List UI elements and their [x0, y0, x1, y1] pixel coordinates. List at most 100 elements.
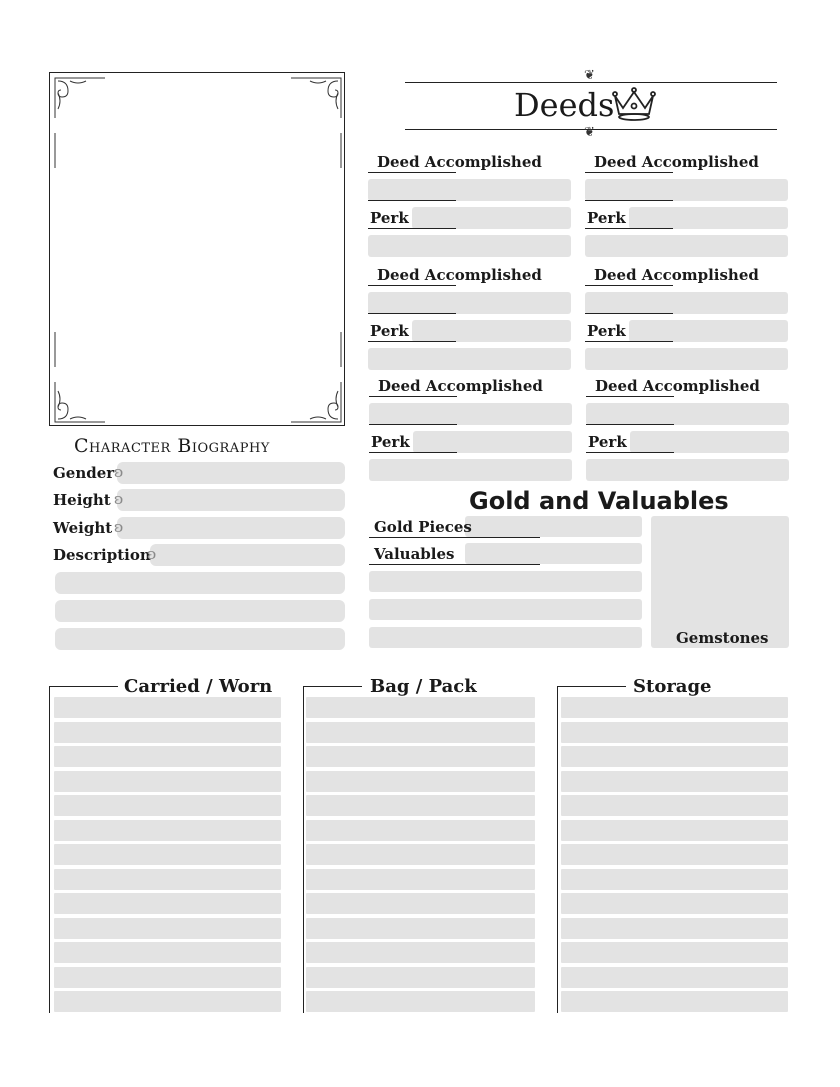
- perk-field-extra[interactable]: [368, 348, 571, 370]
- perk-underline: [586, 452, 674, 453]
- inventory-row[interactable]: [561, 917, 788, 939]
- perk-field[interactable]: [413, 431, 572, 453]
- description-field[interactable]: [150, 544, 345, 566]
- perk-field[interactable]: [630, 431, 789, 453]
- valuables-underline: [369, 564, 540, 565]
- inventory-row[interactable]: [306, 795, 535, 816]
- inventory-row[interactable]: [306, 991, 535, 1012]
- character-portrait-frame[interactable]: [49, 72, 345, 426]
- inventory-row[interactable]: [306, 844, 535, 865]
- description-line[interactable]: [55, 572, 345, 594]
- perk-underline: [369, 452, 457, 453]
- description-line[interactable]: [55, 628, 345, 650]
- perk-field-extra[interactable]: [586, 459, 789, 481]
- deed-underline: [585, 285, 673, 286]
- inventory-row[interactable]: [561, 844, 788, 865]
- gold-and-valuables-title: Gold and Valuables: [469, 487, 729, 515]
- deed-underline: [368, 313, 456, 314]
- height-field[interactable]: [117, 489, 345, 511]
- inventory-row[interactable]: [306, 917, 535, 939]
- deed-underline: [369, 424, 457, 425]
- perk-underline: [585, 341, 673, 342]
- ornate-corners-icon: [54, 77, 342, 423]
- inventory-row[interactable]: [306, 868, 535, 890]
- description-line[interactable]: [55, 600, 345, 622]
- perk-label: Perk: [370, 209, 409, 227]
- inventory-row[interactable]: [54, 746, 281, 767]
- perk-underline: [368, 341, 456, 342]
- perk-field-extra[interactable]: [369, 459, 572, 481]
- deed-field[interactable]: [585, 292, 788, 314]
- inventory-row[interactable]: [306, 942, 535, 963]
- weight-field[interactable]: [117, 517, 345, 539]
- deed-field[interactable]: [368, 292, 571, 314]
- inventory-row[interactable]: [561, 991, 788, 1012]
- inventory-row[interactable]: [54, 795, 281, 816]
- inventory-row[interactable]: [306, 770, 535, 792]
- gender-field[interactable]: [117, 462, 345, 484]
- deed-underline: [369, 396, 457, 397]
- gold-pieces-field[interactable]: [465, 516, 642, 537]
- inventory-row[interactable]: [561, 746, 788, 767]
- inventory-row[interactable]: [561, 770, 788, 792]
- inventory-row[interactable]: [561, 942, 788, 963]
- valuables-line[interactable]: [369, 627, 642, 648]
- storage-title: Storage: [633, 676, 712, 697]
- deed-underline: [368, 172, 456, 173]
- character-biography-title: Character Biography: [74, 435, 270, 457]
- perk-field[interactable]: [629, 320, 788, 342]
- inventory-row[interactable]: [54, 893, 281, 914]
- perk-field[interactable]: [629, 207, 788, 229]
- perk-label: Perk: [370, 322, 409, 340]
- deed-underline: [585, 200, 673, 201]
- deed-accomplished-label: Deed Accomplished: [377, 266, 542, 284]
- fleuron-ornament-icon: ❦: [584, 68, 595, 83]
- inventory-row[interactable]: [54, 819, 281, 841]
- fleuron-ornament-icon: ❦: [584, 125, 595, 140]
- inventory-row[interactable]: [306, 819, 535, 841]
- perk-field[interactable]: [412, 207, 571, 229]
- deed-underline: [585, 172, 673, 173]
- deed-field[interactable]: [585, 179, 788, 201]
- perk-field-extra[interactable]: [368, 235, 571, 257]
- inventory-row[interactable]: [54, 770, 281, 792]
- perk-label: Perk: [588, 433, 627, 451]
- deed-field[interactable]: [586, 403, 789, 425]
- valuables-field[interactable]: [465, 543, 642, 564]
- inventory-row[interactable]: [561, 966, 788, 988]
- gemstones-label: Gemstones: [676, 629, 769, 647]
- inventory-row[interactable]: [54, 942, 281, 963]
- deed-accomplished-label: Deed Accomplished: [595, 377, 760, 395]
- scroll-flourish-icon: ʚ: [147, 545, 157, 563]
- inventory-row[interactable]: [54, 697, 281, 718]
- inventory-row[interactable]: [54, 721, 281, 743]
- valuables-line[interactable]: [369, 571, 642, 592]
- perk-field[interactable]: [412, 320, 571, 342]
- inventory-row[interactable]: [306, 893, 535, 914]
- deed-field[interactable]: [368, 179, 571, 201]
- inventory-row[interactable]: [306, 697, 535, 718]
- inventory-row[interactable]: [561, 868, 788, 890]
- scroll-flourish-icon: ʚ: [114, 518, 124, 536]
- gender-label: Gender: [53, 464, 115, 482]
- bag-pack-title: Bag / Pack: [370, 676, 477, 697]
- inventory-row[interactable]: [561, 795, 788, 816]
- perk-field-extra[interactable]: [585, 348, 788, 370]
- inventory-row[interactable]: [54, 868, 281, 890]
- inventory-row[interactable]: [54, 966, 281, 988]
- inventory-row[interactable]: [54, 844, 281, 865]
- inventory-row[interactable]: [561, 819, 788, 841]
- inventory-row[interactable]: [561, 697, 788, 718]
- inventory-row[interactable]: [54, 917, 281, 939]
- deeds-title: Deeds: [514, 86, 615, 124]
- valuables-line[interactable]: [369, 599, 642, 620]
- deed-field[interactable]: [369, 403, 572, 425]
- inventory-row[interactable]: [306, 746, 535, 767]
- inventory-row[interactable]: [306, 966, 535, 988]
- inventory-row[interactable]: [306, 721, 535, 743]
- inventory-row[interactable]: [54, 991, 281, 1012]
- inventory-row[interactable]: [561, 721, 788, 743]
- deed-accomplished-label: Deed Accomplished: [378, 377, 543, 395]
- inventory-row[interactable]: [561, 893, 788, 914]
- perk-field-extra[interactable]: [585, 235, 788, 257]
